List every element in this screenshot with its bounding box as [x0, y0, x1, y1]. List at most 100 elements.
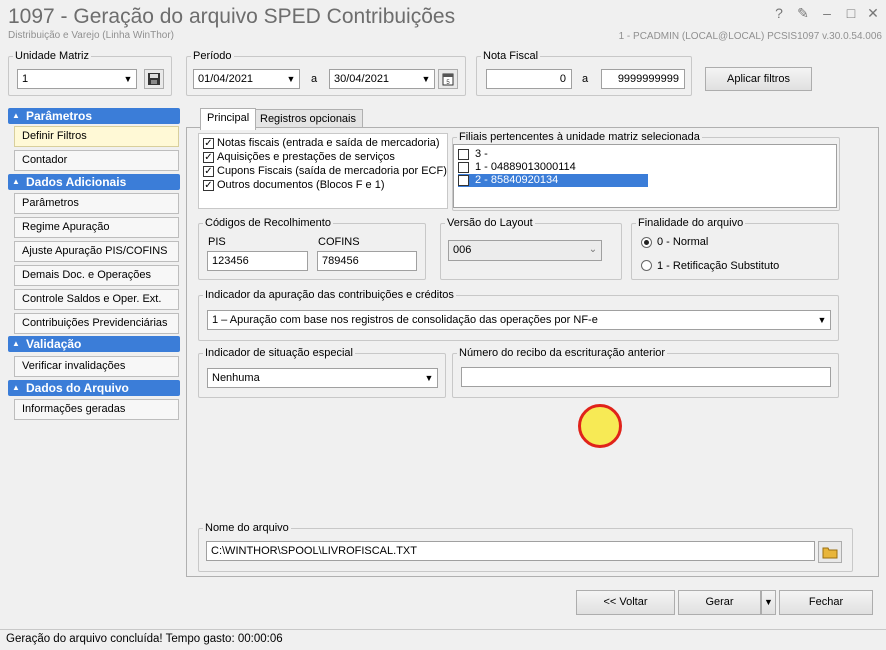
- finalidade-option-normal: 0 - Normal: [657, 236, 709, 248]
- browse-folder-button[interactable]: [818, 541, 842, 563]
- periodo-separator: a: [311, 73, 318, 85]
- pis-value: 123456: [212, 255, 249, 267]
- filiais-list[interactable]: 3 - 1 - 04889013000114 2 - 85840920134: [453, 144, 837, 208]
- filial-text-3: 2 - 85840920134: [475, 174, 559, 186]
- nota-fiscal-label: Nota Fiscal: [483, 50, 539, 62]
- sidebar-item-definir-filtros[interactable]: Definir Filtros: [14, 126, 179, 147]
- indicador-apuracao-select[interactable]: 1 – Apuração com base nos registros de c…: [207, 310, 831, 330]
- periodo-end-value: 30/04/2021: [334, 73, 390, 85]
- documents-label-3: Cupons Fiscais (saída de mercadoria por …: [217, 165, 447, 177]
- cofins-input[interactable]: 789456: [317, 251, 417, 271]
- filial-text-1: 3 -: [475, 148, 488, 160]
- sidebar-item-controle-saldos[interactable]: Controle Saldos e Oper. Ext.: [14, 289, 179, 310]
- finalidade-radio-retificacao[interactable]: [641, 260, 652, 271]
- sidebar-group-dados-adicionais[interactable]: Dados Adicionais: [8, 174, 180, 190]
- calendar-button[interactable]: 5: [438, 69, 458, 89]
- layout-label: Versão do Layout: [447, 217, 533, 229]
- title-bar: 1097 - Geração do arquivo SPED Contribui…: [0, 0, 886, 46]
- unidade-matriz-label: Unidade Matriz: [15, 50, 89, 62]
- unidade-matriz-value: 1: [22, 73, 29, 85]
- list-item[interactable]: 3 -: [458, 148, 648, 161]
- sidebar-item-parametros[interactable]: Parâmetros: [14, 193, 179, 214]
- nota-fiscal-separator: a: [582, 73, 589, 85]
- cofins-label: COFINS: [318, 236, 360, 248]
- tab-registros-opcionais[interactable]: Registros opcionais: [253, 109, 363, 129]
- documents-checkbox-3[interactable]: ✓: [203, 166, 214, 177]
- status-bar: Geração do arquivo concluída! Tempo gast…: [0, 629, 886, 650]
- situacao-value: Nenhuma: [212, 372, 260, 384]
- recibo-input[interactable]: [461, 367, 831, 387]
- filiais-label: Filiais pertencentes à unidade matriz se…: [459, 131, 700, 143]
- close-button[interactable]: Fechar: [779, 590, 873, 615]
- periodo-start-value: 01/04/2021: [198, 73, 254, 85]
- filial-checkbox-2[interactable]: [458, 162, 469, 173]
- unidade-matriz-select[interactable]: 1 ▼: [17, 69, 137, 89]
- nota-fiscal-start-input[interactable]: 0: [486, 69, 572, 89]
- arquivo-value: C:\WINTHOR\SPOOL\LIVROFISCAL.TXT: [211, 545, 417, 557]
- generate-button[interactable]: Gerar: [678, 590, 761, 615]
- sidebar-item-demais-doc[interactable]: Demais Doc. e Operações: [14, 265, 179, 286]
- pis-input[interactable]: 123456: [207, 251, 308, 271]
- chevron-down-icon: ▼: [817, 315, 827, 325]
- recolhimento-label: Códigos de Recolhimento: [205, 217, 331, 229]
- user-version-info: 1 - PCADMIN (LOCAL@LOCAL) PCSIS1097 v.30…: [618, 31, 882, 42]
- sidebar-item-verificar-invalidacoes[interactable]: Verificar invalidações: [14, 356, 179, 377]
- sidebar-item-informacoes-geradas[interactable]: Informações geradas: [14, 399, 179, 420]
- arquivo-input[interactable]: C:\WINTHOR\SPOOL\LIVROFISCAL.TXT: [206, 541, 815, 561]
- window-subtitle: Distribuição e Varejo (Linha WinThor): [8, 30, 174, 41]
- situacao-select[interactable]: Nenhuma ▼: [207, 368, 438, 388]
- indicador-apuracao-value: 1 – Apuração com base nos registros de c…: [212, 314, 598, 326]
- documents-label-1: Notas fiscais (entrada e saída de mercad…: [217, 137, 440, 149]
- close-icon[interactable]: ✕: [864, 5, 882, 21]
- periodo-end-date[interactable]: 30/04/2021 ▼: [329, 69, 435, 89]
- calendar-icon: 5: [442, 73, 454, 86]
- nota-fiscal-start-value: 0: [559, 73, 566, 85]
- recibo-label: Número do recibo da escrituração anterio…: [459, 347, 666, 359]
- back-button[interactable]: << Voltar: [576, 590, 675, 615]
- filial-checkbox-3[interactable]: [458, 175, 469, 186]
- documents-checkbox-4[interactable]: ✓: [203, 180, 214, 191]
- sidebar-group-validacao[interactable]: Validação: [8, 336, 180, 352]
- chevron-down-icon: ▼: [764, 597, 773, 607]
- documents-checkbox-2[interactable]: ✓: [203, 152, 214, 163]
- folder-icon: [822, 547, 838, 559]
- periodo-label: Período: [193, 50, 232, 62]
- save-button[interactable]: [144, 69, 164, 89]
- sidebar-group-dados-arquivo[interactable]: Dados do Arquivo: [8, 380, 180, 396]
- list-item[interactable]: 1 - 04889013000114: [458, 161, 648, 174]
- tab-principal[interactable]: Principal: [200, 108, 257, 130]
- finalidade-radio-normal[interactable]: [641, 237, 652, 248]
- chevron-down-icon: ▼: [286, 74, 296, 84]
- chevron-down-icon: ▼: [424, 373, 434, 383]
- save-icon: [148, 73, 160, 85]
- sidebar: Parâmetros Definir Filtros Contador Dado…: [8, 106, 181, 580]
- filial-text-2: 1 - 04889013000114: [475, 161, 576, 173]
- help-icon[interactable]: ?: [770, 5, 788, 21]
- cursor-highlight: [578, 404, 622, 448]
- finalidade-label: Finalidade do arquivo: [638, 217, 744, 229]
- layout-select[interactable]: 006 ⌄: [448, 240, 602, 261]
- periodo-start-date[interactable]: 01/04/2021 ▼: [193, 69, 300, 89]
- documents-label-4: Outros documentos (Blocos F e 1): [217, 179, 385, 191]
- arquivo-label: Nome do arquivo: [205, 522, 289, 534]
- status-message: Geração do arquivo concluída! Tempo gast…: [6, 633, 283, 645]
- nota-fiscal-end-value: 9999999999: [617, 73, 679, 85]
- generate-dropdown-button[interactable]: ▼: [761, 590, 776, 615]
- sidebar-item-ajuste-apuracao[interactable]: Ajuste Apuração PIS/COFINS: [14, 241, 179, 262]
- nota-fiscal-end-input[interactable]: 9999999999: [601, 69, 685, 89]
- filial-checkbox-1[interactable]: [458, 149, 469, 160]
- layout-value: 006: [453, 244, 472, 256]
- maximize-icon[interactable]: □: [842, 5, 860, 21]
- sidebar-item-contador[interactable]: Contador: [14, 150, 179, 171]
- apply-filters-button[interactable]: Aplicar filtros: [705, 67, 812, 91]
- documents-checkbox-1[interactable]: ✓: [203, 138, 214, 149]
- pis-label: PIS: [208, 236, 226, 248]
- edit-icon[interactable]: ✎: [794, 5, 812, 21]
- documents-box: ✓ Notas fiscais (entrada e saída de merc…: [198, 133, 448, 209]
- sidebar-item-contribuicoes-previdenciarias[interactable]: Contribuições Previdenciárias: [14, 313, 179, 334]
- minimize-icon[interactable]: –: [818, 5, 836, 21]
- sidebar-item-regime-apuracao[interactable]: Regime Apuração: [14, 217, 179, 238]
- list-item-selected[interactable]: 2 - 85840920134: [458, 174, 648, 187]
- indicador-apuracao-label: Indicador da apuração das contribuições …: [205, 289, 454, 301]
- sidebar-group-parametros[interactable]: Parâmetros: [8, 108, 180, 124]
